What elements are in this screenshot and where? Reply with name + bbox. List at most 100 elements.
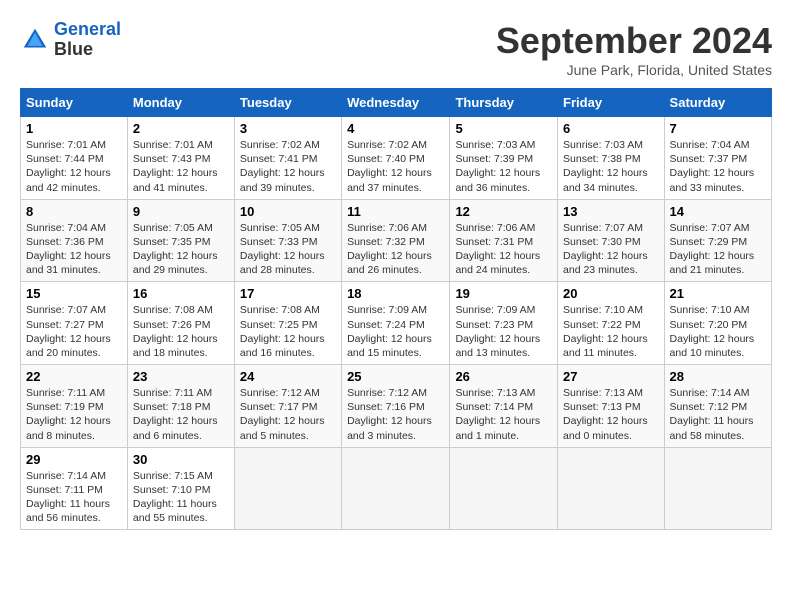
day-cell: 2 Sunrise: 7:01 AMSunset: 7:43 PMDaylight… bbox=[127, 117, 234, 200]
day-cell: 11 Sunrise: 7:06 AMSunset: 7:32 PMDayligh… bbox=[342, 199, 450, 282]
weekday-header-tuesday: Tuesday bbox=[234, 89, 341, 117]
day-info: Sunrise: 7:01 AMSunset: 7:44 PMDaylight:… bbox=[26, 138, 122, 195]
day-number: 18 bbox=[347, 286, 444, 301]
day-cell: 22 Sunrise: 7:11 AMSunset: 7:19 PMDayligh… bbox=[21, 365, 128, 448]
day-cell bbox=[342, 447, 450, 530]
title-block: September 2024 June Park, Florida, Unite… bbox=[496, 20, 772, 78]
day-info: Sunrise: 7:08 AMSunset: 7:26 PMDaylight:… bbox=[133, 303, 229, 360]
day-cell bbox=[450, 447, 558, 530]
day-number: 15 bbox=[26, 286, 122, 301]
day-info: Sunrise: 7:06 AMSunset: 7:32 PMDaylight:… bbox=[347, 221, 444, 278]
day-cell: 28Sunrise: 7:14 AMSunset: 7:12 PMDayligh… bbox=[664, 365, 771, 448]
week-row-1: 1Sunrise: 7:01 AMSunset: 7:44 PMDaylight… bbox=[21, 117, 772, 200]
day-cell: 7Sunrise: 7:04 AMSunset: 7:37 PMDaylight… bbox=[664, 117, 771, 200]
weekday-header-monday: Monday bbox=[127, 89, 234, 117]
weekday-header-row: SundayMondayTuesdayWednesdayThursdayFrid… bbox=[21, 89, 772, 117]
day-cell bbox=[558, 447, 665, 530]
day-number: 3 bbox=[240, 121, 336, 136]
week-row-2: 8Sunrise: 7:04 AMSunset: 7:36 PMDaylight… bbox=[21, 199, 772, 282]
day-number: 25 bbox=[347, 369, 444, 384]
day-cell: 6Sunrise: 7:03 AMSunset: 7:38 PMDaylight… bbox=[558, 117, 665, 200]
day-cell: 16 Sunrise: 7:08 AMSunset: 7:26 PMDayligh… bbox=[127, 282, 234, 365]
day-info: Sunrise: 7:06 AMSunset: 7:31 PMDaylight:… bbox=[455, 221, 552, 278]
weekday-header-friday: Friday bbox=[558, 89, 665, 117]
weekday-header-sunday: Sunday bbox=[21, 89, 128, 117]
day-info: Sunrise: 7:13 AMSunset: 7:14 PMDaylight:… bbox=[455, 386, 552, 443]
day-cell: 26 Sunrise: 7:13 AMSunset: 7:14 PMDayligh… bbox=[450, 365, 558, 448]
day-cell: 29Sunrise: 7:14 AMSunset: 7:11 PMDayligh… bbox=[21, 447, 128, 530]
day-info: Sunrise: 7:12 AMSunset: 7:16 PMDaylight:… bbox=[347, 386, 444, 443]
day-cell: 17 Sunrise: 7:08 AMSunset: 7:25 PMDayligh… bbox=[234, 282, 341, 365]
day-info: Sunrise: 7:11 AMSunset: 7:18 PMDaylight:… bbox=[133, 386, 229, 443]
day-number: 5 bbox=[455, 121, 552, 136]
day-number: 28 bbox=[670, 369, 766, 384]
day-cell: 25 Sunrise: 7:12 AMSunset: 7:16 PMDayligh… bbox=[342, 365, 450, 448]
day-info: Sunrise: 7:07 AMSunset: 7:27 PMDaylight:… bbox=[26, 303, 122, 360]
day-cell: 21 Sunrise: 7:10 AMSunset: 7:20 PMDayligh… bbox=[664, 282, 771, 365]
day-cell: 20 Sunrise: 7:10 AMSunset: 7:22 PMDayligh… bbox=[558, 282, 665, 365]
day-cell: 8Sunrise: 7:04 AMSunset: 7:36 PMDaylight… bbox=[21, 199, 128, 282]
day-info: Sunrise: 7:03 AMSunset: 7:38 PMDaylight:… bbox=[563, 138, 659, 195]
day-info: Sunrise: 7:11 AMSunset: 7:19 PMDaylight:… bbox=[26, 386, 122, 443]
day-cell: 30 Sunrise: 7:15 AMSunset: 7:10 PMDayligh… bbox=[127, 447, 234, 530]
day-number: 4 bbox=[347, 121, 444, 136]
day-number: 24 bbox=[240, 369, 336, 384]
day-number: 21 bbox=[670, 286, 766, 301]
day-cell: 15 Sunrise: 7:07 AMSunset: 7:27 PMDayligh… bbox=[21, 282, 128, 365]
day-info: Sunrise: 7:12 AMSunset: 7:17 PMDaylight:… bbox=[240, 386, 336, 443]
day-number: 9 bbox=[133, 204, 229, 219]
day-cell: 9 Sunrise: 7:05 AMSunset: 7:35 PMDaylight… bbox=[127, 199, 234, 282]
day-info: Sunrise: 7:01 AMSunset: 7:43 PMDaylight:… bbox=[133, 138, 229, 195]
day-cell: 5 Sunrise: 7:03 AMSunset: 7:39 PMDaylight… bbox=[450, 117, 558, 200]
day-cell: 4 Sunrise: 7:02 AMSunset: 7:40 PMDaylight… bbox=[342, 117, 450, 200]
day-number: 23 bbox=[133, 369, 229, 384]
logo: General Blue bbox=[20, 20, 121, 60]
day-number: 27 bbox=[563, 369, 659, 384]
logo-text: General Blue bbox=[54, 20, 121, 60]
weekday-header-wednesday: Wednesday bbox=[342, 89, 450, 117]
day-info: Sunrise: 7:02 AMSunset: 7:40 PMDaylight:… bbox=[347, 138, 444, 195]
day-number: 30 bbox=[133, 452, 229, 467]
day-number: 10 bbox=[240, 204, 336, 219]
weekday-header-saturday: Saturday bbox=[664, 89, 771, 117]
day-number: 11 bbox=[347, 204, 444, 219]
day-info: Sunrise: 7:10 AMSunset: 7:20 PMDaylight:… bbox=[670, 303, 766, 360]
week-row-3: 15 Sunrise: 7:07 AMSunset: 7:27 PMDayligh… bbox=[21, 282, 772, 365]
month-title: September 2024 bbox=[496, 20, 772, 62]
logo-icon bbox=[20, 25, 50, 55]
day-cell bbox=[234, 447, 341, 530]
day-cell: 1Sunrise: 7:01 AMSunset: 7:44 PMDaylight… bbox=[21, 117, 128, 200]
day-number: 22 bbox=[26, 369, 122, 384]
day-info: Sunrise: 7:05 AMSunset: 7:35 PMDaylight:… bbox=[133, 221, 229, 278]
calendar-table: SundayMondayTuesdayWednesdayThursdayFrid… bbox=[20, 88, 772, 530]
day-info: Sunrise: 7:04 AMSunset: 7:36 PMDaylight:… bbox=[26, 221, 122, 278]
day-cell: 3 Sunrise: 7:02 AMSunset: 7:41 PMDaylight… bbox=[234, 117, 341, 200]
day-info: Sunrise: 7:09 AMSunset: 7:24 PMDaylight:… bbox=[347, 303, 444, 360]
day-cell: 23 Sunrise: 7:11 AMSunset: 7:18 PMDayligh… bbox=[127, 365, 234, 448]
day-number: 2 bbox=[133, 121, 229, 136]
day-cell: 18 Sunrise: 7:09 AMSunset: 7:24 PMDayligh… bbox=[342, 282, 450, 365]
day-cell: 12 Sunrise: 7:06 AMSunset: 7:31 PMDayligh… bbox=[450, 199, 558, 282]
day-number: 20 bbox=[563, 286, 659, 301]
day-number: 29 bbox=[26, 452, 122, 467]
day-number: 19 bbox=[455, 286, 552, 301]
day-cell: 19 Sunrise: 7:09 AMSunset: 7:23 PMDayligh… bbox=[450, 282, 558, 365]
day-number: 16 bbox=[133, 286, 229, 301]
day-info: Sunrise: 7:09 AMSunset: 7:23 PMDaylight:… bbox=[455, 303, 552, 360]
day-info: Sunrise: 7:02 AMSunset: 7:41 PMDaylight:… bbox=[240, 138, 336, 195]
location-subtitle: June Park, Florida, United States bbox=[496, 62, 772, 78]
day-info: Sunrise: 7:13 AMSunset: 7:13 PMDaylight:… bbox=[563, 386, 659, 443]
day-number: 17 bbox=[240, 286, 336, 301]
day-info: Sunrise: 7:08 AMSunset: 7:25 PMDaylight:… bbox=[240, 303, 336, 360]
day-number: 12 bbox=[455, 204, 552, 219]
day-number: 26 bbox=[455, 369, 552, 384]
day-cell: 13Sunrise: 7:07 AMSunset: 7:30 PMDayligh… bbox=[558, 199, 665, 282]
day-info: Sunrise: 7:10 AMSunset: 7:22 PMDaylight:… bbox=[563, 303, 659, 360]
day-info: Sunrise: 7:07 AMSunset: 7:30 PMDaylight:… bbox=[563, 221, 659, 278]
day-cell: 24 Sunrise: 7:12 AMSunset: 7:17 PMDayligh… bbox=[234, 365, 341, 448]
day-number: 14 bbox=[670, 204, 766, 219]
day-info: Sunrise: 7:15 AMSunset: 7:10 PMDaylight:… bbox=[133, 469, 229, 526]
day-cell: 27 Sunrise: 7:13 AMSunset: 7:13 PMDayligh… bbox=[558, 365, 665, 448]
day-info: Sunrise: 7:04 AMSunset: 7:37 PMDaylight:… bbox=[670, 138, 766, 195]
day-info: Sunrise: 7:03 AMSunset: 7:39 PMDaylight:… bbox=[455, 138, 552, 195]
